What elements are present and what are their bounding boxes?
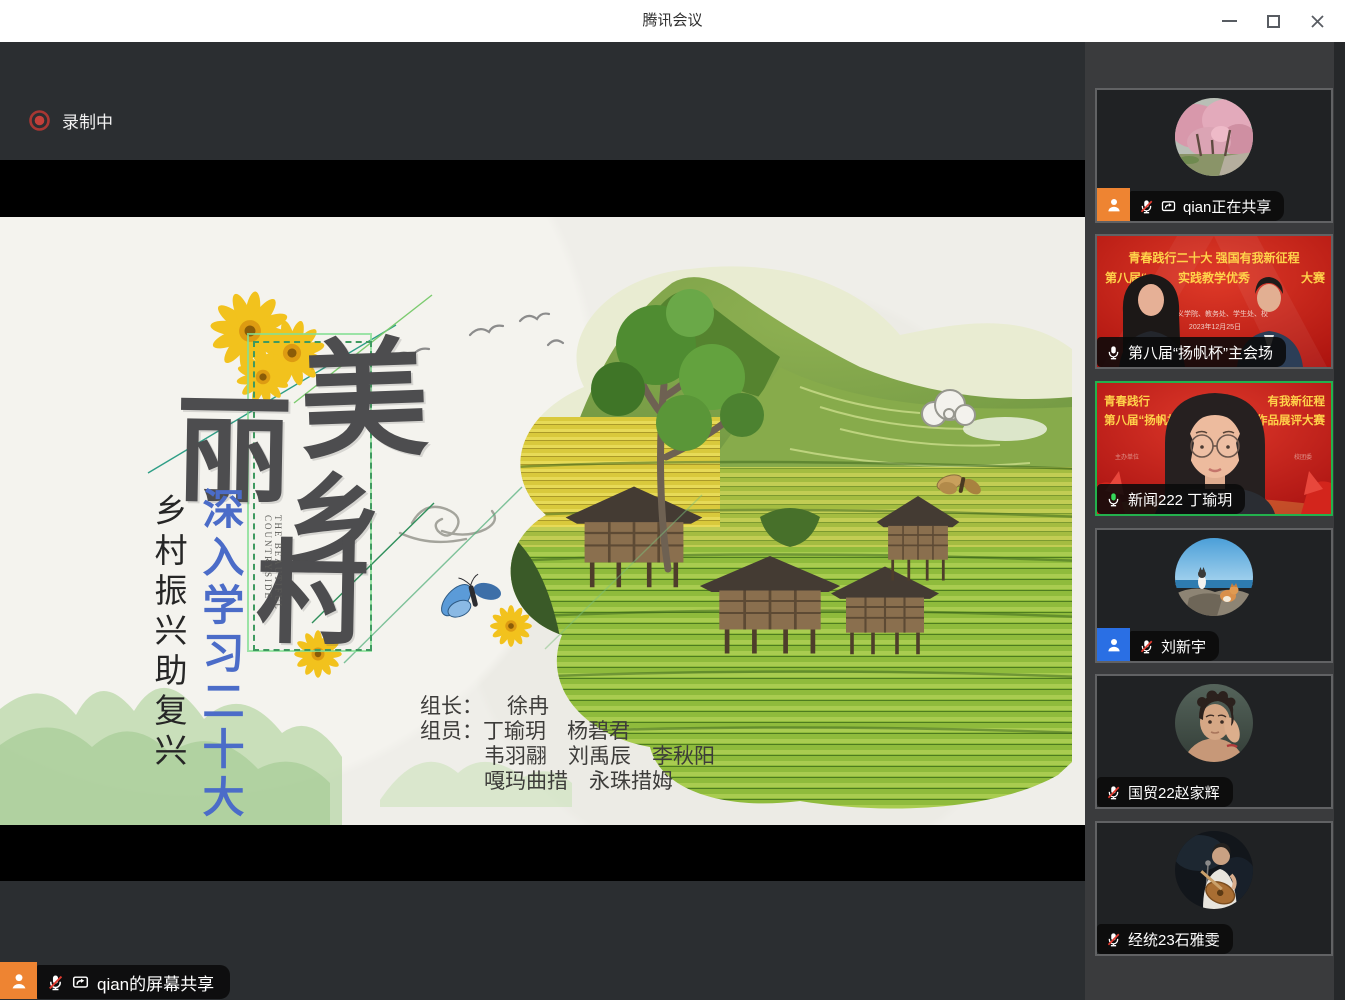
participant-name: 刘新宇 [1161, 636, 1206, 657]
mic-muted-icon [1106, 785, 1121, 800]
participant-name: 经统23石雅雯 [1128, 929, 1220, 950]
roster-leader-line: 组长：徐冉 [420, 694, 715, 719]
screen-share-banner: qian的屏幕共享 [0, 962, 230, 999]
svg-text:2023年12月25日: 2023年12月25日 [1189, 322, 1241, 331]
share-banner-label: qian的屏幕共享 [97, 970, 214, 995]
svg-text:有我新征程: 有我新征程 [1268, 394, 1326, 408]
participant-tile-zhaojiahui[interactable]: 国贸22赵家辉 [1095, 674, 1333, 809]
participant-tile-liuxinyu[interactable]: 刘新宇 [1095, 528, 1333, 663]
english-subtitle: THE BEAUTIFUL COUNTRYSIDE [263, 515, 283, 645]
svg-text:大赛: 大赛 [1301, 270, 1326, 285]
recording-label: 录制中 [62, 108, 113, 133]
close-button[interactable] [1295, 4, 1339, 38]
tencent-meeting-window: 腾讯会议 录制中 [0, 0, 1345, 1000]
mic-muted-icon [1106, 932, 1121, 947]
svg-text:青春践行二十大 强国有我新征程: 青春践行二十大 强国有我新征程 [1128, 250, 1299, 265]
close-icon [1310, 14, 1325, 29]
recording-icon [28, 109, 51, 132]
mic-muted-icon [1139, 199, 1154, 214]
mic-on-icon [1106, 345, 1121, 360]
avatar-portrait-man [1175, 684, 1253, 762]
avatar-guitar-performer [1175, 831, 1253, 909]
letterbox-top [0, 160, 1085, 217]
cohost-icon [1097, 628, 1130, 661]
window-title: 腾讯会议 [0, 0, 1345, 42]
roster-members-line1: 组员：丁瑜玥 杨碧君 [420, 719, 715, 744]
minimize-icon [1222, 20, 1237, 22]
roster-members-line3: 嘎玛曲措 永珠措姆 [420, 769, 715, 794]
participant-tile-qian[interactable]: qian正在共享 [1095, 88, 1333, 223]
avatar-cherry-blossom [1175, 98, 1253, 176]
avatar-cats-seaside [1175, 538, 1253, 616]
ink-swirl-cloud [400, 507, 495, 542]
window-controls [1207, 0, 1339, 42]
recording-indicator: 录制中 [28, 108, 113, 133]
sidebar-scrollbar[interactable] [1334, 42, 1345, 1000]
title-char-mei: 美 [298, 335, 430, 467]
mic-speaking-icon [1106, 492, 1121, 507]
host-icon [0, 962, 37, 999]
screen-share-icon [1161, 199, 1176, 214]
svg-text:主义学院、教务处、学生处、校: 主义学院、教务处、学生处、校 [1170, 309, 1268, 318]
titlebar: 腾讯会议 [0, 0, 1345, 42]
svg-text:青春践行: 青春践行 [1104, 394, 1150, 408]
roster-members-line2: 韦羽翮 刘禹辰 李秋阳 [420, 744, 715, 769]
host-icon [1097, 188, 1130, 221]
mic-muted-icon [1139, 639, 1154, 654]
letterbox-bottom [0, 825, 1085, 881]
maximize-button[interactable] [1251, 4, 1295, 38]
vertical-slogan: 乡村振兴助复兴 [144, 493, 192, 773]
mic-muted-icon [47, 974, 64, 991]
participant-name: 新闻222 丁瑜玥 [1128, 489, 1232, 510]
vertical-theme: 深入学习二十大 [190, 487, 251, 823]
participant-tile-speaker[interactable]: 青春践行 有我新征程 第八届“扬帆杯 秀作品展评大赛 主办单位 校团委 [1095, 381, 1333, 516]
svg-text:校团委: 校团委 [1294, 453, 1312, 461]
svg-text:实践教学优秀: 实践教学优秀 [1178, 270, 1251, 285]
minimize-button[interactable] [1207, 4, 1251, 38]
participant-name: 第八届“扬帆杯”主会场 [1128, 342, 1273, 363]
shared-slide: 美 丽 乡 村 THE BEAUTIFUL COUNTRYSIDE 乡村振兴助复… [0, 217, 1085, 825]
screen-share-icon [72, 974, 89, 991]
participant-tile-main-venue[interactable]: 青春践行二十大 强国有我新征程 第八届“ 实践教学优秀 大赛 主义学院、教务处、… [1095, 234, 1333, 369]
participant-tile-shiyawen[interactable]: 经统23石雅雯 [1095, 821, 1333, 956]
roster: 组长：徐冉 组员：丁瑜玥 杨碧君 韦羽翮 刘禹辰 李秋阳 嘎玛曲措 永珠措姆 [420, 694, 715, 794]
participants-sidebar: qian正在共享 青春践行二十大 强国有我新征程 第八届“ 实践教学优秀 大赛 … [1085, 42, 1345, 1000]
maximize-icon [1267, 15, 1280, 28]
shared-screen-stage[interactable]: 录制中 [0, 42, 1085, 1000]
participant-name: 国贸22赵家辉 [1128, 782, 1220, 803]
svg-text:主办单位: 主办单位 [1115, 453, 1139, 461]
participant-name: qian正在共享 [1183, 196, 1271, 217]
